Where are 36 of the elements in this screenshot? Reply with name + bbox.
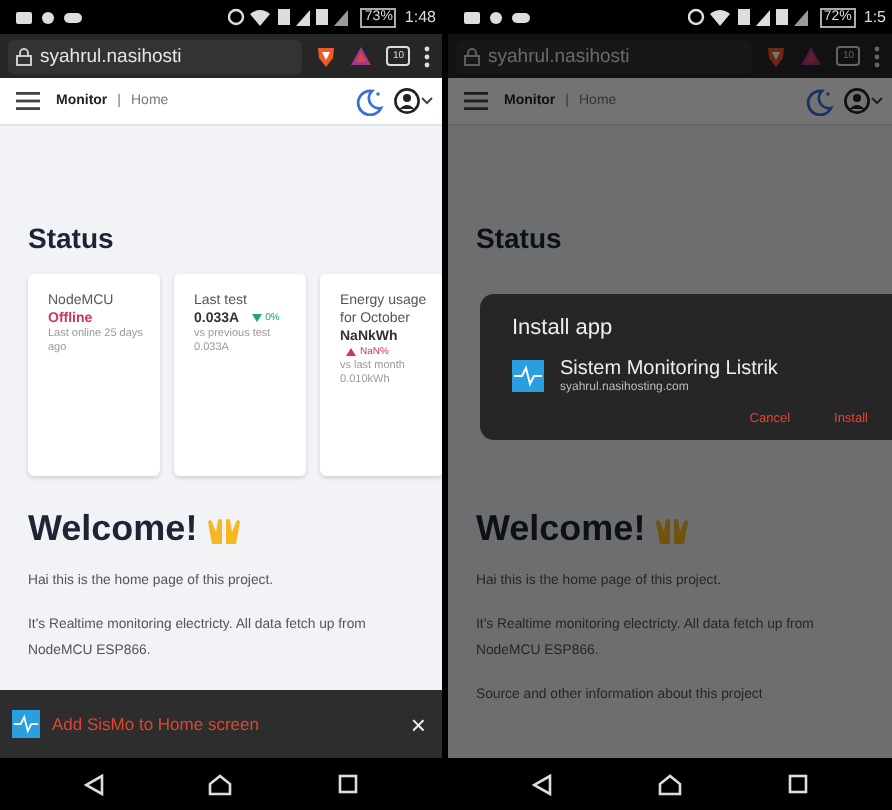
pulse-icon	[512, 360, 544, 392]
welcome-heading: Welcome!	[476, 508, 646, 550]
back-icon[interactable]	[84, 773, 105, 795]
lock-icon	[464, 47, 480, 65]
signal-icons	[228, 8, 353, 26]
back-icon[interactable]	[532, 773, 553, 795]
install-banner[interactable]: Add SisMo to Home screen ×	[0, 690, 442, 758]
menu-icon[interactable]	[16, 92, 40, 110]
address-bar[interactable]: syahrul.nasihosti	[8, 39, 303, 73]
welcome-heading: Welcome!	[28, 508, 198, 550]
url-text: syahrul.nasihosti	[40, 45, 182, 67]
triangle-icon[interactable]	[350, 46, 373, 66]
url-text: syahrul.nasihosti	[488, 45, 630, 67]
account-icon[interactable]	[394, 88, 434, 114]
banner-text: Add SisMo to Home screen	[52, 714, 259, 734]
section-heading: Status	[28, 222, 116, 254]
home-icon[interactable]	[657, 773, 682, 795]
pulse-icon	[12, 710, 40, 738]
recents-icon[interactable]	[337, 774, 358, 794]
raised-hands-icon	[205, 513, 242, 545]
section-heading: Status	[476, 222, 564, 254]
lock-icon	[16, 47, 32, 65]
recents-icon[interactable]	[787, 774, 808, 794]
app-name: Sistem Monitoring Listrik	[560, 358, 778, 380]
clock-time: 1:48	[404, 8, 436, 26]
clock-time: 1:5	[863, 8, 886, 26]
moon-icon[interactable]	[806, 87, 834, 115]
address-bar[interactable]: syahrul.nasihosti	[456, 39, 753, 73]
moon-icon[interactable]	[356, 87, 384, 115]
shield-icon[interactable]	[316, 45, 337, 67]
close-button[interactable]: ×	[406, 709, 430, 739]
home-icon[interactable]	[208, 773, 233, 795]
raised-hands-icon	[653, 513, 690, 545]
signal-icons	[687, 8, 812, 26]
dialog-title: Install app	[512, 316, 615, 340]
more-icon[interactable]	[424, 45, 430, 67]
